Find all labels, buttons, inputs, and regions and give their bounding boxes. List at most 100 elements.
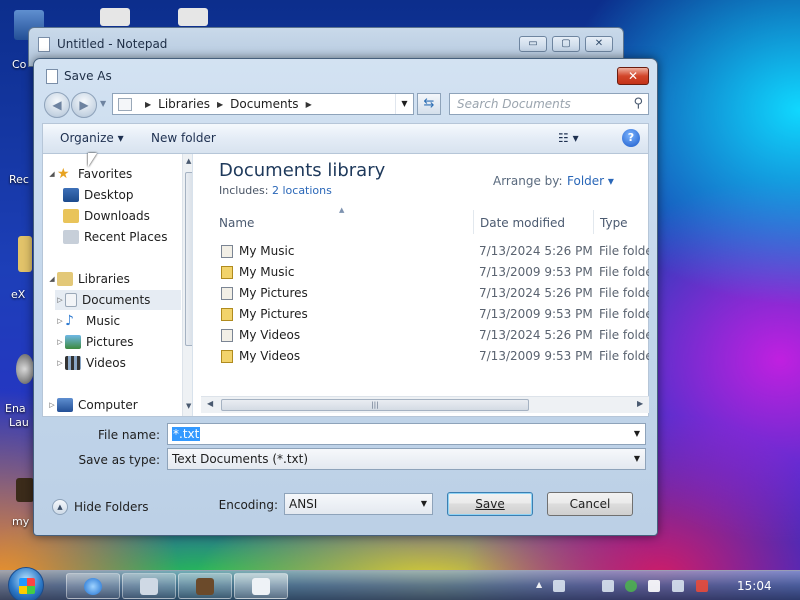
library-includes: Includes: 2 locations [219, 184, 332, 197]
file-name-label: File name: [98, 428, 160, 442]
column-header-date[interactable]: Date modified [480, 216, 565, 230]
save-as-type-dropdown-icon[interactable]: ▼ [629, 449, 645, 469]
encoding-dropdown-icon[interactable]: ▼ [416, 494, 432, 514]
collapse-up-icon: ▲ [52, 499, 68, 515]
expand-icon[interactable]: ▷ [55, 338, 65, 346]
recent-locations-dropdown[interactable]: ▼ [100, 99, 106, 108]
breadcrumb-separator-icon[interactable]: ▶ [306, 100, 312, 109]
document-tray-icon[interactable] [602, 580, 614, 592]
taskbar-ie-button[interactable] [66, 573, 120, 599]
display-tray-icon[interactable] [672, 580, 684, 592]
notepad-icon [38, 37, 50, 52]
nav-music[interactable]: ▷ ♪ Music [55, 311, 192, 331]
save-as-type-value: Text Documents (*.txt) [172, 452, 309, 466]
security-tray-icon[interactable] [625, 580, 637, 592]
change-view-button[interactable]: ☷ ▾ [558, 131, 579, 145]
refresh-button[interactable]: ⇆ [417, 93, 441, 115]
dialog-close-button[interactable]: ✕ [617, 67, 649, 85]
taskbar-clock[interactable]: 15:04 [737, 579, 772, 593]
hide-folders-label: Hide Folders [74, 500, 149, 514]
nav-recent-places[interactable]: Recent Places [63, 227, 192, 247]
nav-pane-scrollbar[interactable]: ▲ ▼ [182, 154, 192, 416]
expand-icon[interactable]: ▷ [55, 317, 65, 325]
file-name-value: *.txt [172, 427, 201, 441]
desktop-icon-printer-2[interactable] [178, 8, 222, 26]
breadcrumb-separator-icon[interactable]: ▶ [145, 100, 151, 109]
column-divider[interactable] [593, 210, 594, 234]
nav-pictures-label: Pictures [86, 335, 134, 349]
table-row[interactable]: My Music 7/13/2024 5:26 PM File folder [217, 241, 649, 262]
nav-scroll-thumb[interactable] [185, 172, 192, 346]
file-name-input[interactable]: *.txt ▼ [167, 423, 646, 445]
organize-button[interactable]: Organize ▾ [60, 131, 124, 145]
nav-desktop[interactable]: Desktop [63, 185, 192, 205]
nav-libraries[interactable]: ◢ Libraries [47, 269, 185, 289]
locations-link[interactable]: 2 locations [272, 184, 332, 197]
scroll-right-icon[interactable]: ▶ [637, 399, 643, 408]
taskbar-notepad-button[interactable] [234, 573, 288, 599]
breadcrumb-libraries[interactable]: Libraries [158, 97, 210, 111]
table-row[interactable]: My Videos 7/13/2009 9:53 PM File folder [217, 346, 649, 367]
lock-folder-icon [221, 308, 233, 321]
taskbar-app-button[interactable] [178, 573, 232, 599]
address-dropdown-icon[interactable]: ▼ [395, 94, 413, 114]
shortcut-folder-icon [221, 329, 233, 342]
notepad-maximize-button[interactable]: ▢ [552, 36, 580, 52]
column-divider[interactable] [473, 210, 474, 234]
encoding-select[interactable]: ANSI ▼ [284, 493, 433, 515]
help-icon[interactable]: ? [622, 129, 640, 147]
cancel-button[interactable]: Cancel [547, 492, 633, 516]
flag-tray-icon[interactable] [648, 580, 660, 592]
command-bar: Organize ▾ New folder ☷ ▾ ? [42, 123, 649, 153]
back-button[interactable]: ◀ [44, 92, 70, 118]
notepad-icon [252, 578, 270, 595]
collapse-icon[interactable]: ◢ [47, 275, 57, 283]
notepad-close-button[interactable]: ✕ [585, 36, 613, 52]
horizontal-scrollbar[interactable]: ◀ ||| ▶ [201, 396, 649, 413]
nav-downloads[interactable]: Downloads [63, 206, 192, 226]
music-icon: ♪ [65, 313, 74, 329]
volume-muted-icon[interactable] [696, 580, 708, 592]
show-hidden-icons-icon[interactable]: ▲ [536, 580, 548, 592]
breadcrumb-separator-icon[interactable]: ▶ [217, 100, 223, 109]
save-button[interactable]: Save [447, 492, 533, 516]
expand-icon[interactable]: ▷ [55, 359, 65, 367]
table-row[interactable]: My Music 7/13/2009 9:53 PM File folder [217, 262, 649, 283]
save-as-type-select[interactable]: Text Documents (*.txt) ▼ [167, 448, 646, 470]
address-bar[interactable]: ▶ Libraries ▶ Documents ▶ ▼ [112, 93, 414, 115]
scroll-down-icon[interactable]: ▼ [186, 402, 191, 410]
nav-documents[interactable]: ▷ Documents [55, 290, 181, 310]
taskbar-explorer-button[interactable] [122, 573, 176, 599]
scroll-left-icon[interactable]: ◀ [207, 399, 213, 408]
expand-icon[interactable]: ▷ [47, 401, 57, 409]
forward-button[interactable]: ▶ [71, 92, 97, 118]
desktop-icon-printer-1[interactable] [100, 8, 144, 26]
nav-favorites[interactable]: ◢ ★ Favorites [47, 164, 185, 184]
file-name-dropdown-icon[interactable]: ▼ [629, 424, 645, 444]
nav-recent-label: Recent Places [84, 230, 168, 244]
column-header-type[interactable]: Type [600, 216, 628, 230]
horizontal-scroll-thumb[interactable]: ||| [221, 399, 529, 411]
hide-folders-button[interactable]: ▲ Hide Folders [52, 499, 149, 515]
network-tray-icon[interactable] [553, 580, 565, 592]
desktop-label-ena: Ena [5, 402, 26, 415]
breadcrumb-documents[interactable]: Documents [230, 97, 298, 111]
start-button[interactable] [8, 567, 44, 600]
arrange-by-dropdown[interactable]: Folder ▾ [567, 174, 614, 188]
new-folder-button[interactable]: New folder [151, 131, 216, 145]
collapse-icon[interactable]: ◢ [47, 170, 57, 178]
scroll-up-icon[interactable]: ▲ [186, 157, 191, 165]
search-input[interactable]: Search Documents ⚲ [449, 93, 649, 115]
nav-music-label: Music [86, 314, 121, 328]
pictures-icon [65, 335, 81, 349]
notepad-minimize-button[interactable]: ▭ [519, 36, 547, 52]
table-row[interactable]: My Pictures 7/13/2009 9:53 PM File folde… [217, 304, 649, 325]
nav-videos[interactable]: ▷ Videos [55, 353, 192, 373]
nav-computer[interactable]: ▷ Computer [47, 395, 185, 415]
dialog-title: Save As [64, 69, 112, 83]
nav-pictures[interactable]: ▷ Pictures [55, 332, 192, 352]
column-header-name[interactable]: Name [219, 216, 254, 230]
table-row[interactable]: My Videos 7/13/2024 5:26 PM File folder [217, 325, 649, 346]
expand-icon[interactable]: ▷ [55, 296, 65, 304]
table-row[interactable]: My Pictures 7/13/2024 5:26 PM File folde… [217, 283, 649, 304]
